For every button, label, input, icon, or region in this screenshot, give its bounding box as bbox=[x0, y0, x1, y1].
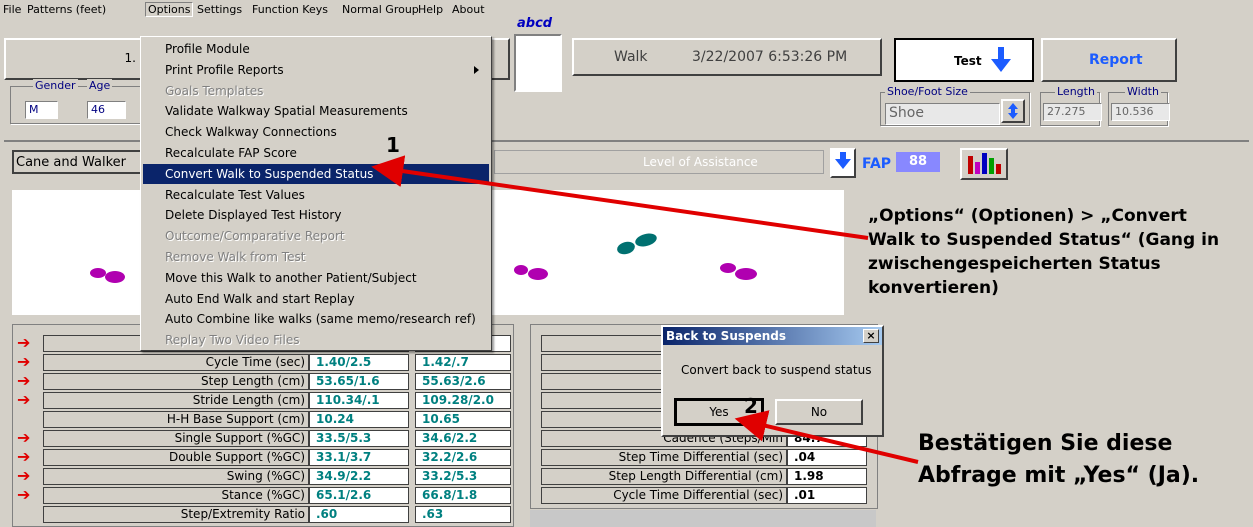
annotation-arrow-1 bbox=[371, 155, 869, 240]
annotation-note-2: Bestätigen Sie diese Abfrage mit „Yes“ (… bbox=[918, 431, 1200, 488]
annotation-arrow-2 bbox=[734, 410, 919, 464]
annotation-note-1: „Options“ (Optionen) > „Convert Walk to … bbox=[868, 206, 1220, 298]
step-1-label: 1 bbox=[386, 133, 400, 157]
step-2-label: 2 bbox=[744, 394, 758, 418]
